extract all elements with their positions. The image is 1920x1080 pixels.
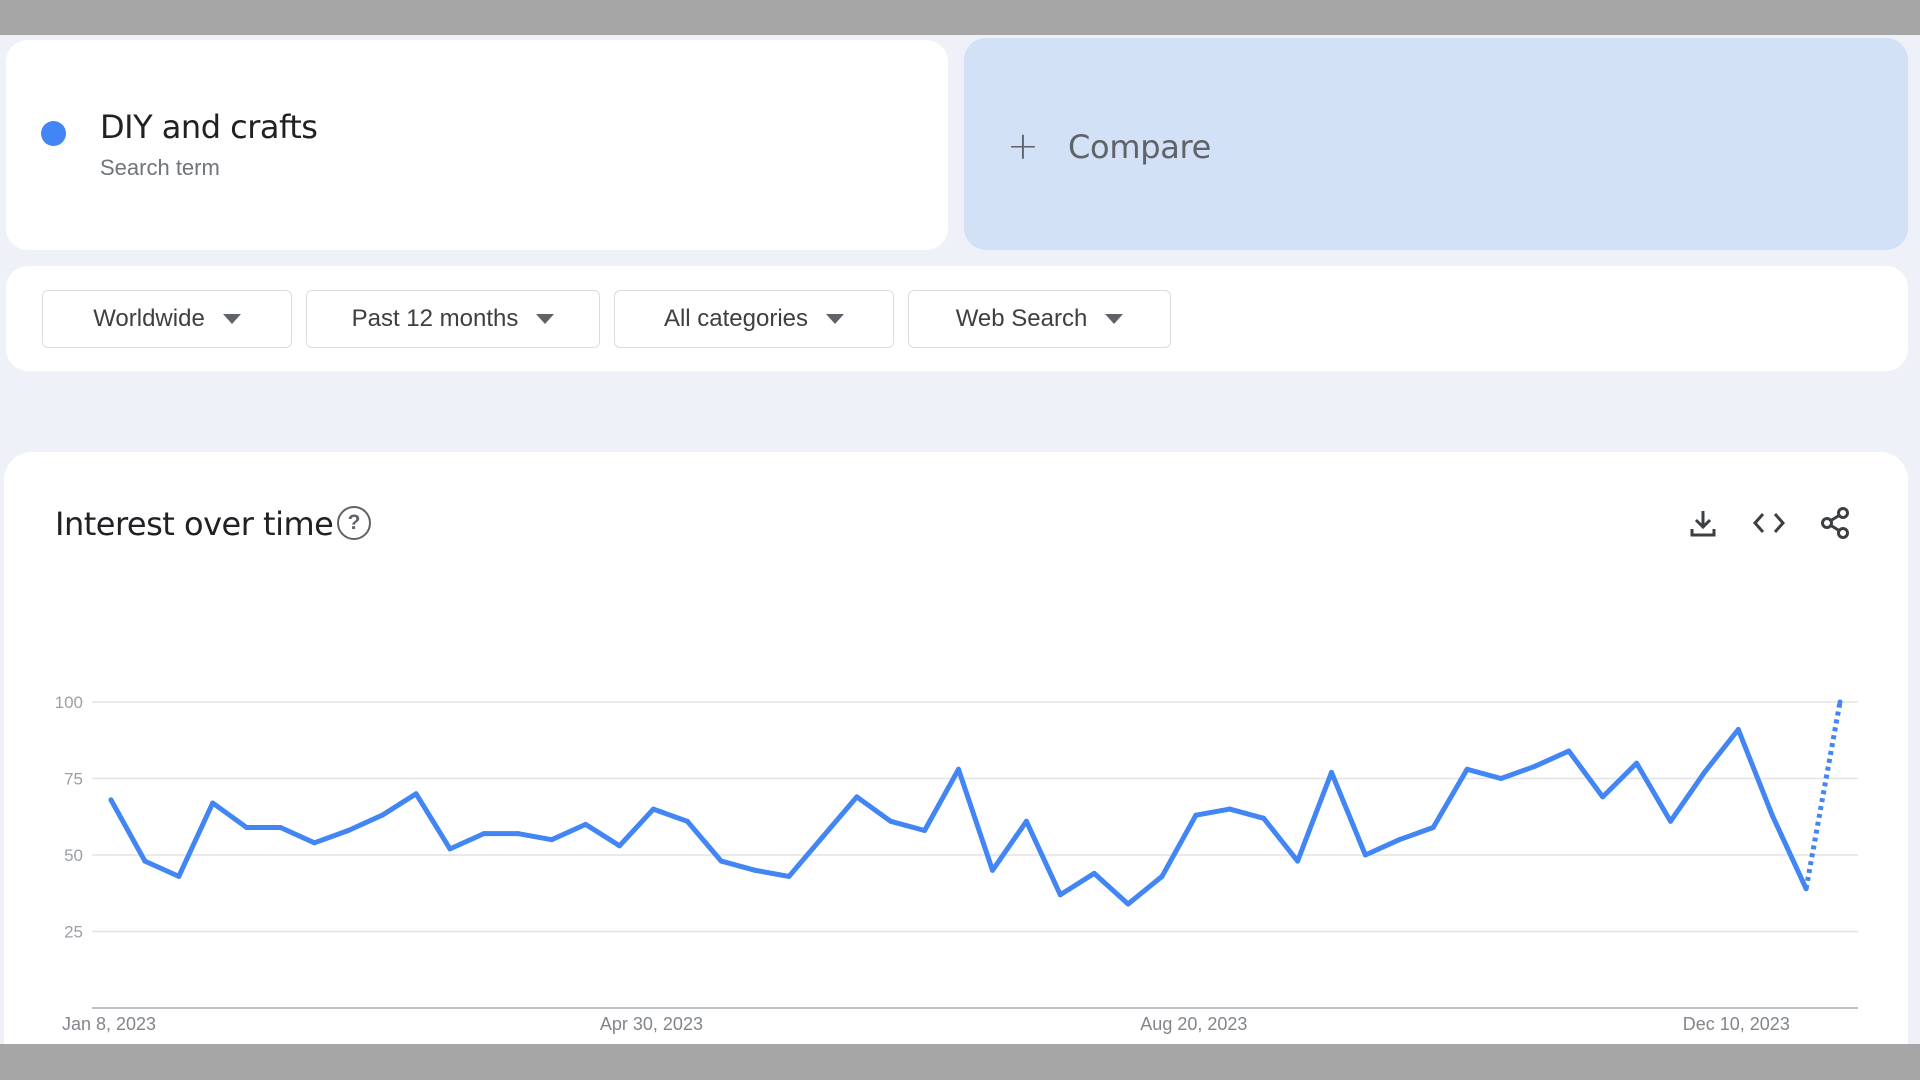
data-point bbox=[447, 846, 453, 852]
data-point bbox=[786, 873, 792, 879]
x-tick-label: Jan 8, 2023 bbox=[62, 1014, 156, 1034]
data-point bbox=[1430, 825, 1436, 830]
series-line-0 bbox=[108, 727, 1809, 907]
data-point bbox=[142, 858, 148, 864]
data-point bbox=[1362, 852, 1368, 858]
data-point bbox=[854, 794, 860, 800]
data-point bbox=[1769, 812, 1775, 818]
data-point bbox=[1668, 818, 1673, 824]
x-tick-label: Dec 10, 2023 bbox=[1683, 1014, 1790, 1034]
data-point bbox=[1125, 901, 1131, 907]
data-point bbox=[515, 831, 521, 837]
data-point bbox=[1091, 870, 1097, 876]
data-point bbox=[1566, 748, 1572, 754]
x-tick-label: Aug 20, 2023 bbox=[1140, 1014, 1247, 1034]
data-point bbox=[718, 858, 724, 864]
data-point bbox=[379, 812, 385, 818]
data-point bbox=[210, 800, 216, 806]
data-point bbox=[1735, 727, 1741, 732]
data-point bbox=[1193, 812, 1199, 818]
data-point bbox=[1803, 886, 1809, 892]
data-point bbox=[1600, 794, 1606, 800]
data-point bbox=[1023, 818, 1029, 824]
data-point bbox=[1464, 766, 1470, 772]
data-point bbox=[176, 873, 182, 879]
data-point bbox=[684, 818, 690, 824]
data-point bbox=[1634, 760, 1640, 766]
data-point bbox=[1837, 699, 1843, 705]
data-point bbox=[617, 843, 622, 849]
data-point bbox=[1329, 769, 1334, 775]
data-point bbox=[990, 867, 995, 873]
data-point bbox=[278, 825, 283, 830]
data-point bbox=[956, 766, 961, 772]
data-point bbox=[1532, 763, 1538, 769]
y-tick-label-100: 100 bbox=[55, 693, 83, 712]
data-point bbox=[1057, 892, 1063, 898]
data-point bbox=[549, 837, 555, 843]
interest-line-chart: 25 50 75 100 Jan 8, 2023 Apr 30, 2023 Aug 20, … bbox=[55, 693, 1858, 1034]
data-point bbox=[583, 821, 589, 827]
data-point bbox=[311, 840, 317, 846]
data-point bbox=[1701, 769, 1707, 775]
data-point bbox=[1159, 873, 1165, 879]
data-point bbox=[1498, 776, 1504, 781]
data-point bbox=[650, 806, 656, 812]
series-partial-line-0 bbox=[1803, 701, 1843, 890]
y-tick-label-75: 75 bbox=[64, 770, 83, 789]
data-point bbox=[888, 818, 894, 824]
y-tick-label-25: 25 bbox=[64, 923, 83, 942]
data-point bbox=[752, 867, 758, 873]
data-point bbox=[108, 797, 114, 803]
data-point bbox=[1396, 837, 1402, 843]
data-point bbox=[244, 825, 250, 830]
data-point bbox=[820, 834, 826, 840]
y-tick-label-50: 50 bbox=[64, 846, 83, 865]
data-point bbox=[1227, 806, 1233, 812]
bottom-frame-bar bbox=[0, 1044, 1920, 1080]
data-point bbox=[481, 831, 487, 837]
data-point bbox=[413, 791, 419, 797]
data-point bbox=[922, 828, 928, 833]
data-point bbox=[1295, 858, 1301, 864]
data-point bbox=[1261, 815, 1267, 821]
data-point bbox=[345, 828, 351, 833]
x-tick-label: Apr 30, 2023 bbox=[600, 1014, 703, 1034]
